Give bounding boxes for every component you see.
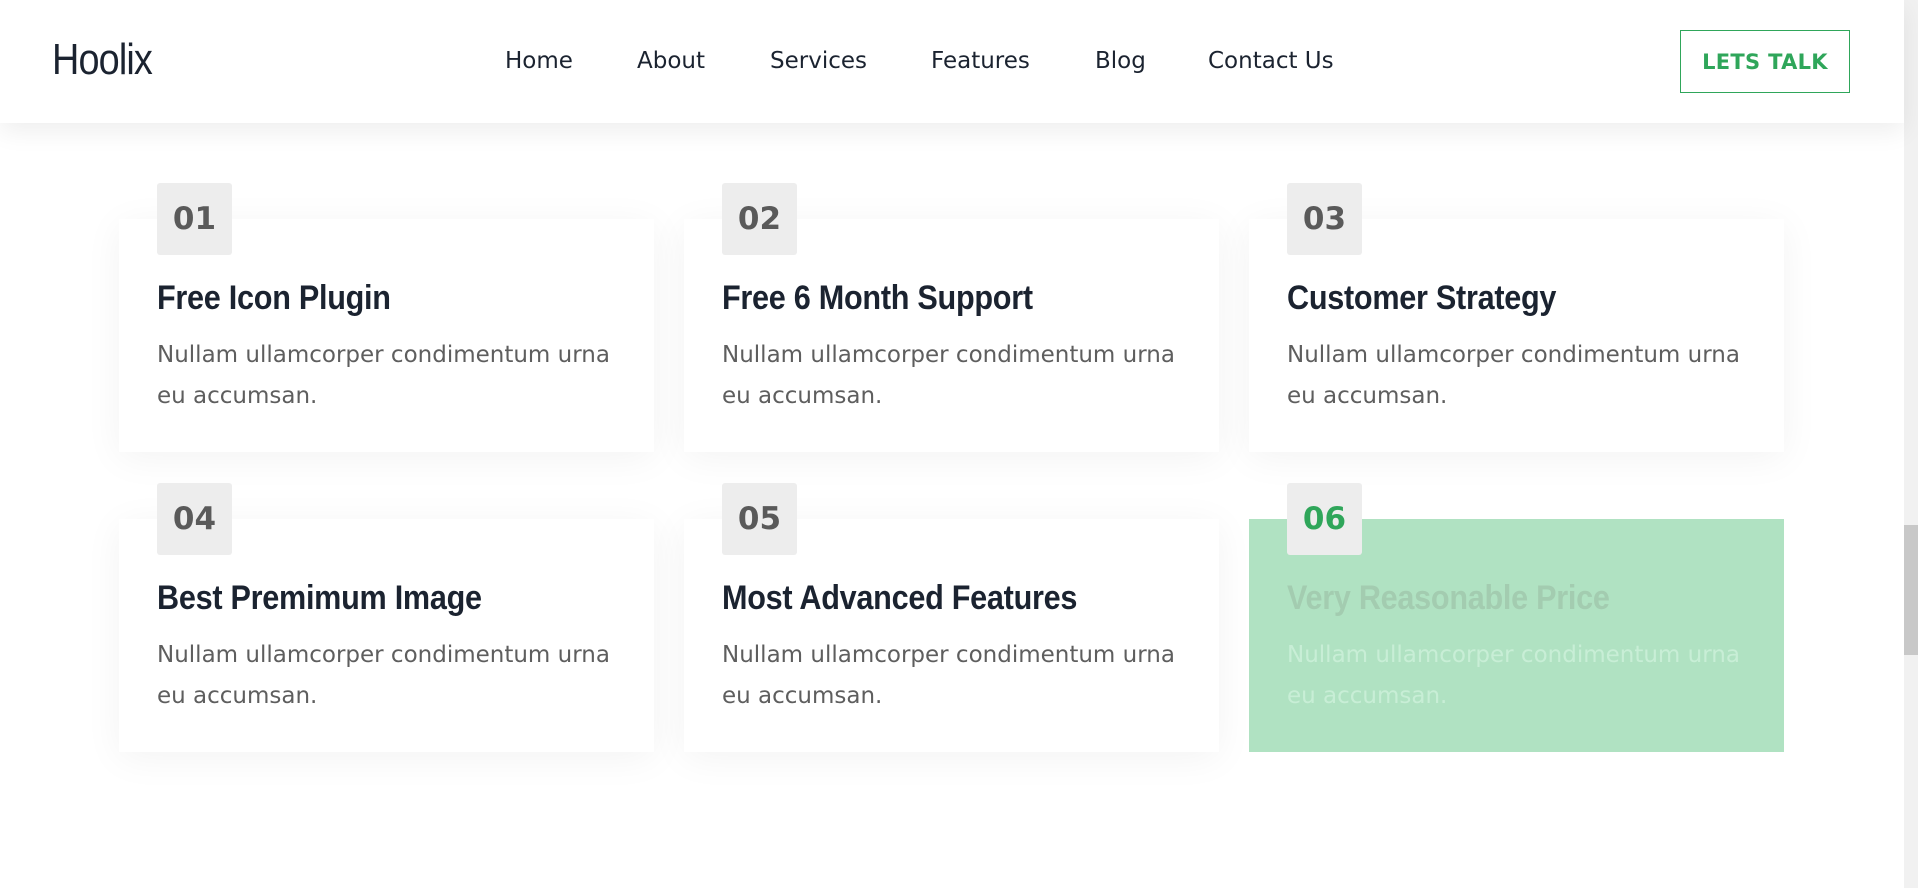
feature-number-badge: 02 [722, 183, 797, 255]
feature-card[interactable]: 01 Free Icon Plugin Nullam ullamcorper c… [119, 183, 654, 452]
feature-card[interactable]: 05 Most Advanced Features Nullam ullamco… [684, 483, 1219, 752]
nav-item-blog[interactable]: Blog [1095, 46, 1146, 76]
nav-item-about[interactable]: About [637, 46, 705, 76]
nav-item-contact-us[interactable]: Contact Us [1208, 46, 1334, 76]
feature-card-active[interactable]: 06 Very Reasonable Price Nullam ullamcor… [1249, 483, 1784, 752]
feature-title: Free 6 Month Support [722, 279, 1033, 317]
feature-description: Nullam ullamcorper condimentum urna eu a… [722, 642, 1175, 709]
nav-item-home[interactable]: Home [505, 46, 573, 76]
site-logo[interactable]: Hoolix [52, 30, 153, 90]
page-scrollbar[interactable] [1904, 0, 1918, 888]
feature-description: Nullam ullamcorper condimentum urna eu a… [157, 342, 610, 409]
nav-item-services[interactable]: Services [770, 46, 867, 76]
feature-number-badge: 03 [1287, 183, 1362, 255]
feature-card[interactable]: 04 Best Premimum Image Nullam ullamcorpe… [119, 483, 654, 752]
feature-number-badge: 04 [157, 483, 232, 555]
feature-title: Customer Strategy [1287, 279, 1557, 317]
feature-card[interactable]: 03 Customer Strategy Nullam ullamcorper … [1249, 183, 1784, 452]
feature-title: Free Icon Plugin [157, 279, 391, 317]
site-header: Hoolix Home About Services Features Blog… [0, 0, 1904, 123]
feature-card[interactable]: 02 Free 6 Month Support Nullam ullamcorp… [684, 183, 1219, 452]
feature-title: Best Premimum Image [157, 579, 482, 617]
feature-description: Nullam ullamcorper condimentum urna eu a… [157, 642, 610, 709]
feature-description: Nullam ullamcorper condimentum urna eu a… [1287, 342, 1740, 409]
feature-number-badge: 05 [722, 483, 797, 555]
scrollbar-thumb[interactable] [1904, 525, 1918, 655]
feature-number-badge: 06 [1287, 483, 1362, 555]
feature-title: Most Advanced Features [722, 579, 1078, 617]
feature-number-badge: 01 [157, 183, 232, 255]
feature-title: Very Reasonable Price [1287, 579, 1610, 617]
feature-description: Nullam ullamcorper condimentum urna eu a… [722, 342, 1175, 409]
nav-item-features[interactable]: Features [931, 46, 1030, 76]
feature-description: Nullam ullamcorper condimentum urna eu a… [1287, 642, 1740, 709]
lets-talk-button[interactable]: LETS TALK [1680, 30, 1850, 93]
page: Hoolix Home About Services Features Blog… [0, 0, 1918, 888]
